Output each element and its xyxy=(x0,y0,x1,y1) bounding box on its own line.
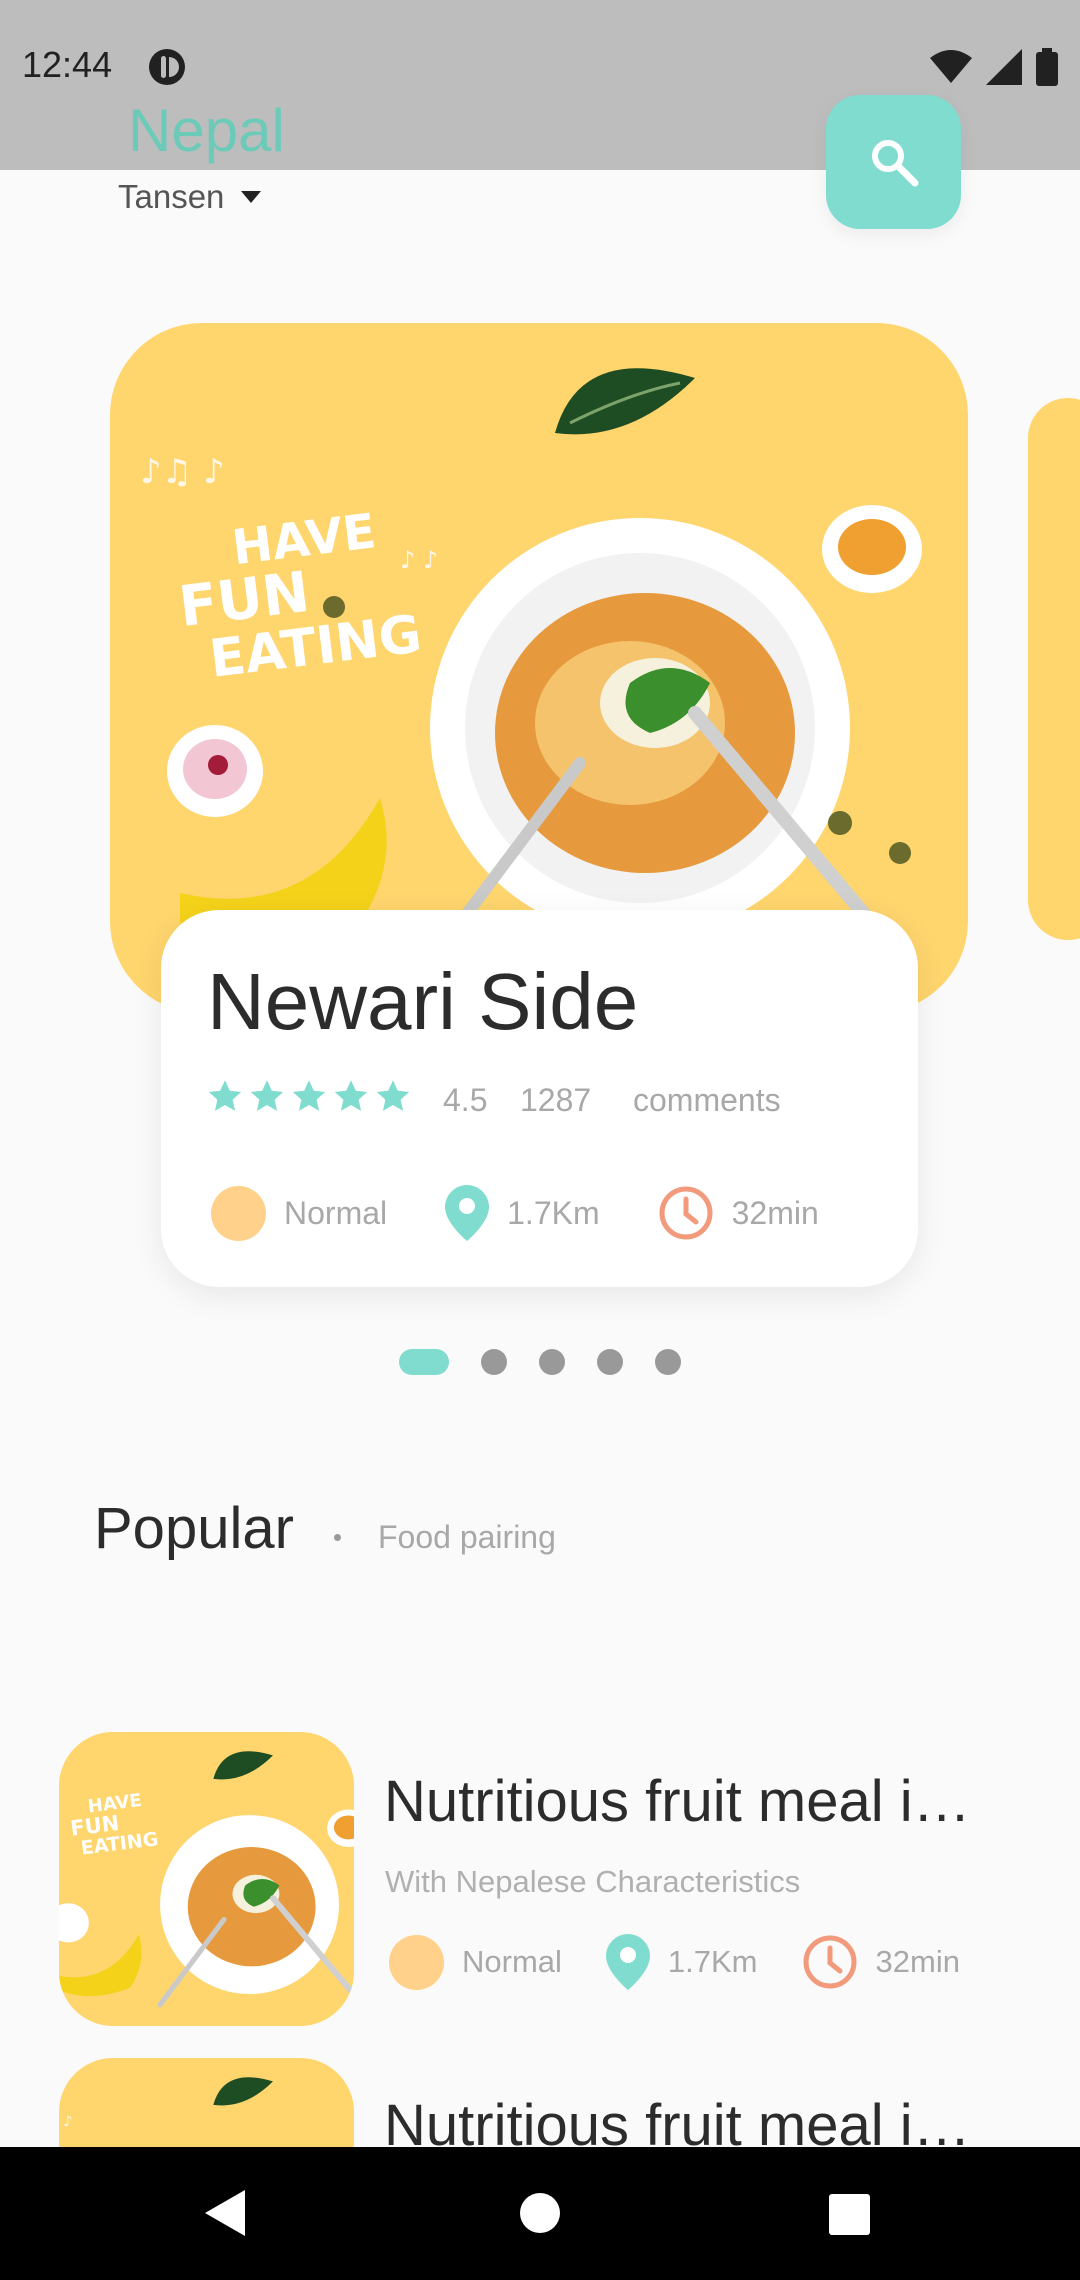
status-icons xyxy=(930,48,1058,86)
pager-dot[interactable] xyxy=(597,1349,623,1375)
rating-value: 4.5 xyxy=(443,1082,488,1118)
carousel-pager xyxy=(399,1349,681,1375)
home-icon[interactable] xyxy=(520,2193,560,2233)
back-icon[interactable] xyxy=(205,2190,245,2236)
star-icon xyxy=(208,1080,242,1111)
location-pin-icon xyxy=(445,1185,490,1241)
svg-text:♪♫ ♪: ♪♫ ♪ xyxy=(140,452,225,492)
app-notification-icon xyxy=(149,49,185,85)
caret-down-icon xyxy=(241,191,262,203)
search-icon xyxy=(871,140,918,187)
featured-info-card[interactable]: Newari Side 4.5 1287 comments Normal 1.7… xyxy=(161,910,918,1287)
time-label: 32min xyxy=(731,1194,819,1231)
status-time: 12:44 xyxy=(22,44,113,85)
clock-icon xyxy=(803,1935,857,1989)
distance-label: 1.7Km xyxy=(507,1194,600,1231)
page-title: Nepal xyxy=(128,97,285,164)
distance-chip: 1.7Km xyxy=(445,1185,600,1241)
battery-icon xyxy=(1036,48,1058,86)
comment-count: 1287 xyxy=(520,1082,592,1118)
rating-stars xyxy=(207,1078,411,1114)
pasta-dish-illustration xyxy=(59,1751,354,2008)
signal-icon xyxy=(986,49,1022,85)
time-chip: 32min xyxy=(658,1185,819,1241)
difficulty-chip: Normal xyxy=(211,1185,387,1241)
difficulty-chip: Normal xyxy=(389,1934,562,1990)
clock-icon xyxy=(659,1186,713,1240)
list-item-meta-row: Normal 1.7Km 32min xyxy=(389,1934,960,1990)
recents-icon[interactable] xyxy=(829,2194,870,2235)
distance-chip: 1.7Km xyxy=(605,1934,758,1990)
comment-label: comments xyxy=(633,1082,781,1118)
pager-dot[interactable] xyxy=(481,1349,507,1375)
featured-title: Newari Side xyxy=(207,957,639,1046)
section-separator-dot xyxy=(334,1534,341,1541)
pager-dot[interactable] xyxy=(655,1349,681,1375)
star-icon xyxy=(376,1080,410,1111)
list-item-title: Nutritious fruit meal i… xyxy=(384,1769,971,1834)
list-item-thumbnail[interactable]: HAVE FUN EATING xyxy=(59,1732,354,2026)
difficulty-label: Normal xyxy=(462,1944,562,1979)
difficulty-label: Normal xyxy=(284,1194,388,1231)
difficulty-dot-icon xyxy=(389,1934,444,1990)
system-nav-bar xyxy=(0,2147,1080,2280)
time-chip: 32min xyxy=(802,1934,960,1990)
have-fun-eating-text: HAVE FUN EATING xyxy=(69,1789,160,1860)
next-carousel-card[interactable] xyxy=(1028,398,1080,940)
have-fun-eating-text: HAVE FUN EATING xyxy=(175,503,425,690)
popular-section-subtitle[interactable]: Food pairing xyxy=(378,1519,556,1556)
time-label: 32min xyxy=(875,1944,960,1979)
location-selector[interactable]: Tansen xyxy=(118,178,262,216)
list-item-subtitle: With Nepalese Characteristics xyxy=(385,1864,801,1899)
featured-meta-row: Normal 1.7Km 32min xyxy=(211,1185,819,1241)
popular-section-title: Popular xyxy=(94,1496,294,1561)
star-icon xyxy=(334,1080,368,1111)
star-icon xyxy=(250,1080,284,1111)
list-item-thumbnail[interactable]: ♪♫ ♪ xyxy=(59,2058,354,2147)
pasta-dish-illustration: ♪♫ ♪ xyxy=(59,2077,273,2130)
star-icon xyxy=(292,1080,326,1111)
wifi-icon xyxy=(930,50,972,83)
svg-text:♪♫ ♪: ♪♫ ♪ xyxy=(59,2114,73,2130)
difficulty-dot-icon xyxy=(211,1185,266,1241)
location-pin-icon xyxy=(605,1934,650,1990)
location-label: Tansen xyxy=(118,178,225,215)
pager-dot[interactable] xyxy=(539,1349,565,1375)
search-button[interactable] xyxy=(826,95,961,229)
distance-label: 1.7Km xyxy=(667,1944,758,1979)
pager-dot[interactable] xyxy=(399,1349,449,1375)
